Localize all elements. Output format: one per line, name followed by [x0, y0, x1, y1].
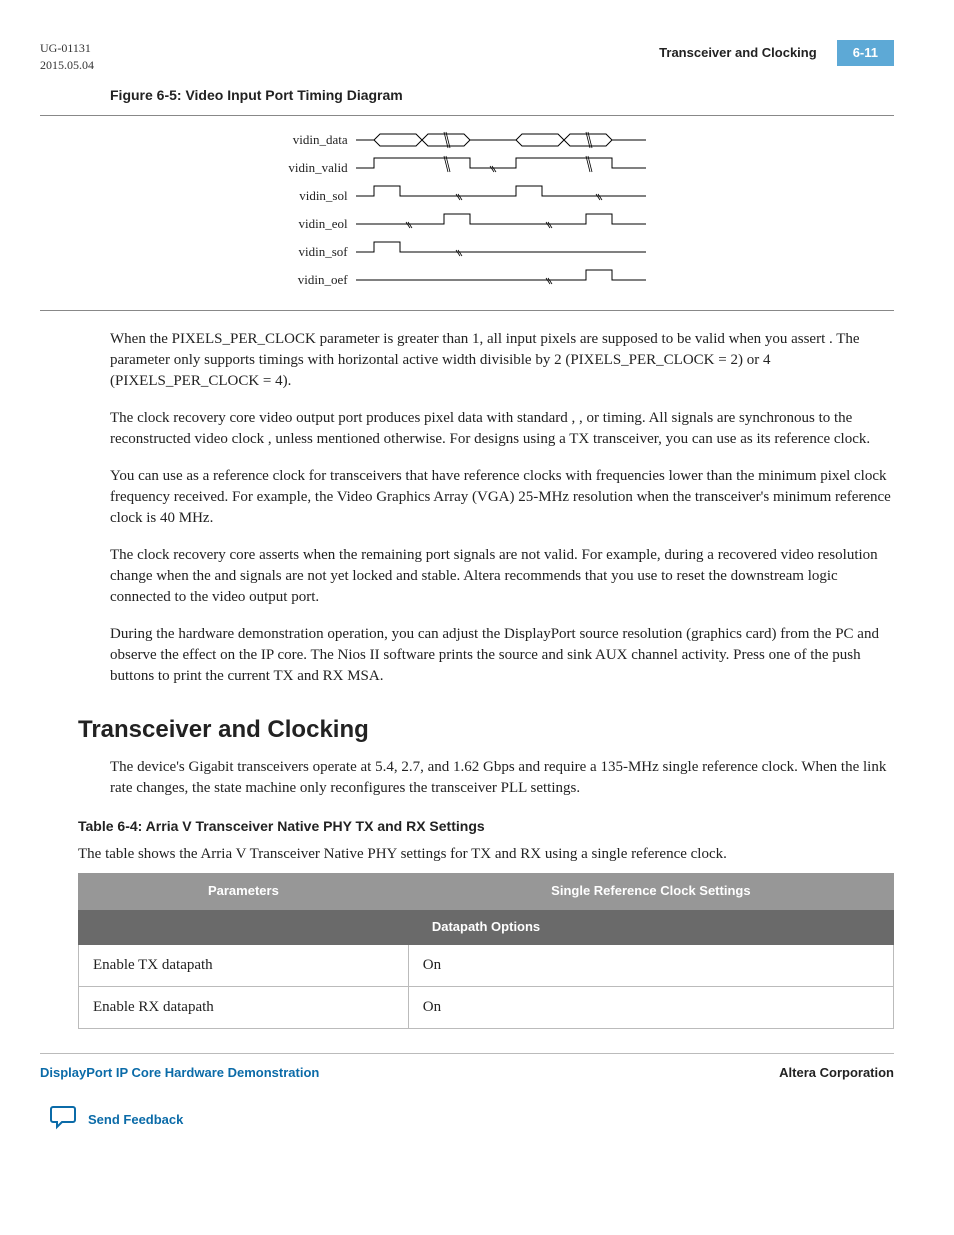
footer-corporation: Altera Corporation — [779, 1064, 894, 1082]
doc-date: 2015.05.04 — [40, 57, 94, 74]
timing-diagram: vidin_data vidin_valid vidin_sol vidin_e… — [40, 115, 894, 311]
doc-meta: UG-01131 2015.05.04 — [40, 40, 94, 74]
signal-label: vidin_valid — [288, 154, 355, 182]
paragraph: You can use as a reference clock for tra… — [110, 466, 894, 529]
paragraph: The clock recovery core video output por… — [110, 408, 894, 450]
phy-settings-table: Parameters Single Reference Clock Settin… — [78, 873, 894, 1028]
figure-caption: Figure 6-5: Video Input Port Timing Diag… — [110, 86, 894, 106]
doc-id: UG-01131 — [40, 40, 94, 57]
paragraph: The clock recovery core asserts when the… — [110, 545, 894, 608]
header-right: Transceiver and Clocking 6-11 — [659, 40, 894, 66]
table-cell: Enable RX datapath — [79, 986, 409, 1028]
timing-waveforms — [356, 126, 646, 296]
table-header: Parameters — [79, 874, 409, 909]
feedback-label: Send Feedback — [88, 1111, 183, 1129]
signal-label: vidin_data — [288, 126, 355, 154]
page-header: UG-01131 2015.05.04 Transceiver and Cloc… — [40, 40, 894, 74]
paragraph: When the PIXELS_PER_CLOCK parameter is g… — [110, 329, 894, 392]
table-row: Enable RX datapath On — [79, 986, 894, 1028]
feedback-icon — [50, 1104, 78, 1137]
send-feedback-link[interactable]: Send Feedback — [50, 1104, 894, 1137]
page-number-badge: 6-11 — [837, 40, 894, 66]
table-row: Enable TX datapath On — [79, 944, 894, 986]
table-group-header: Datapath Options — [79, 909, 894, 944]
table-cell: Enable TX datapath — [79, 944, 409, 986]
header-section-title: Transceiver and Clocking — [659, 44, 817, 62]
section-intro: The device's Gigabit transceivers operat… — [110, 757, 894, 799]
signal-label: vidin_sol — [288, 182, 355, 210]
signal-label: vidin_sof — [288, 238, 355, 266]
paragraph: During the hardware demonstration operat… — [110, 624, 894, 687]
table-cell: On — [408, 986, 893, 1028]
signal-label: vidin_eol — [288, 210, 355, 238]
page-footer: DisplayPort IP Core Hardware Demonstrati… — [40, 1053, 894, 1082]
table-caption: Table 6-4: Arria V Transceiver Native PH… — [78, 817, 894, 837]
section-heading: Transceiver and Clocking — [78, 713, 894, 747]
table-cell: On — [408, 944, 893, 986]
timing-signal-labels: vidin_data vidin_valid vidin_sol vidin_e… — [288, 126, 355, 296]
signal-label: vidin_oef — [288, 266, 355, 294]
table-intro: The table shows the Arria V Transceiver … — [78, 844, 894, 865]
table-header: Single Reference Clock Settings — [408, 874, 893, 909]
footer-doc-title[interactable]: DisplayPort IP Core Hardware Demonstrati… — [40, 1064, 319, 1082]
